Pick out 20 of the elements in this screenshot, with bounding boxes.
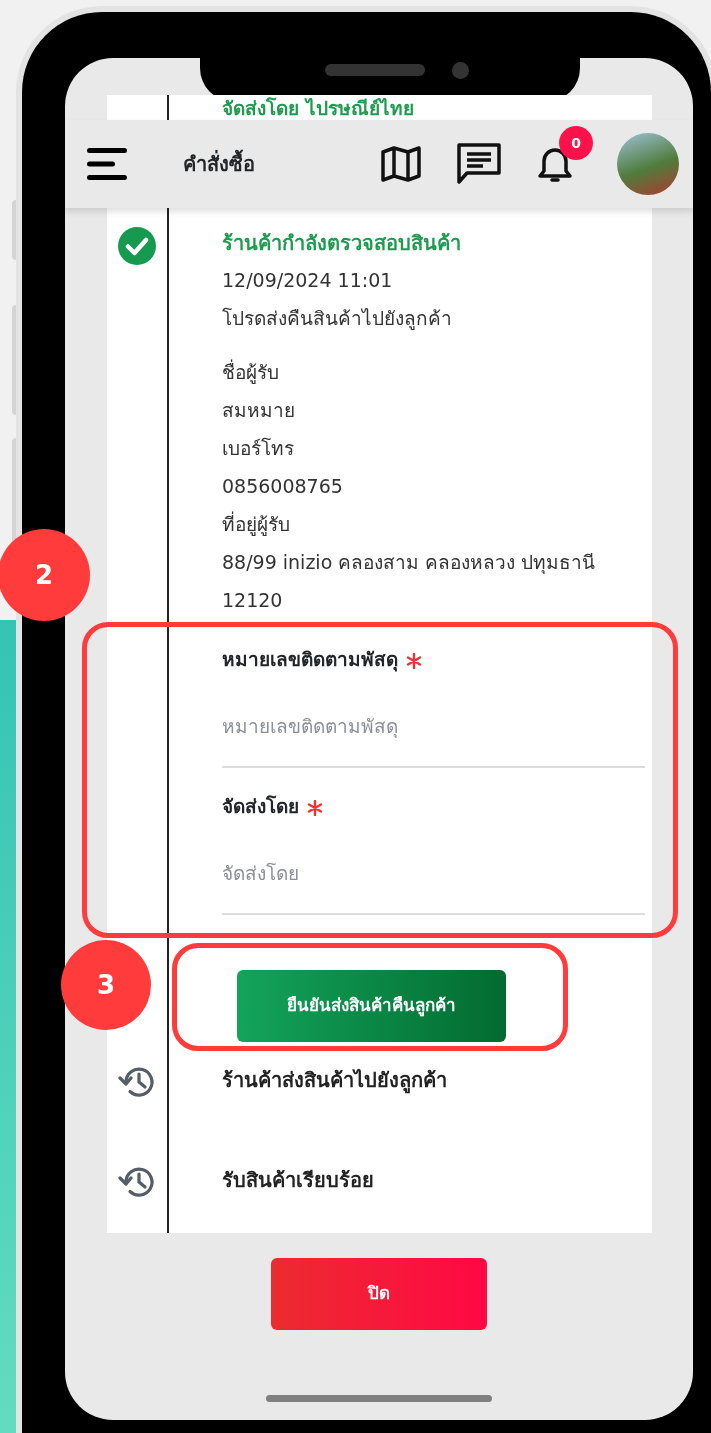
- map-icon[interactable]: [381, 146, 421, 182]
- step-title: ร้านค้าส่งสินค้าไปยังลูกค้า: [222, 1067, 448, 1096]
- detail-text: ที่อยู่ผู้รับ: [222, 510, 291, 538]
- detail-text: 0856008765: [222, 474, 344, 499]
- detail-text: เบอร์โทร: [222, 436, 295, 461]
- notification-badge: 0: [559, 126, 593, 160]
- step-title: จัดส่งโดย ไปรษณีย์ไทย: [222, 97, 414, 119]
- close-button[interactable]: ปิด: [271, 1258, 487, 1330]
- field-label: จัดส่งโดย: [222, 794, 299, 819]
- field-label: หมายเลขติดตามพัสดุ: [222, 647, 398, 674]
- confirm-return-button[interactable]: ยืนยันส่งสินค้าคืนลูกค้า: [237, 970, 506, 1042]
- step-note: โปรดส่งคืนสินค้าไปยังลูกค้า: [222, 306, 453, 332]
- detail-text: ชื่อผู้รับ: [222, 358, 280, 386]
- page-title: คำสั่งซื้อ: [183, 149, 255, 179]
- step-title: รับสินค้าเรียบร้อย: [222, 1167, 375, 1194]
- detail-text: 88/99 inizio คลองสาม คลองหลวง ปทุมธานี 12120: [222, 550, 597, 613]
- step-date: 12/09/2024 11:01: [222, 268, 394, 293]
- step-title: ร้านค้ากำลังตรวจสอบสินค้า: [222, 230, 462, 257]
- detail-text: สมหมาย: [222, 398, 296, 423]
- chat-icon[interactable]: [457, 143, 501, 185]
